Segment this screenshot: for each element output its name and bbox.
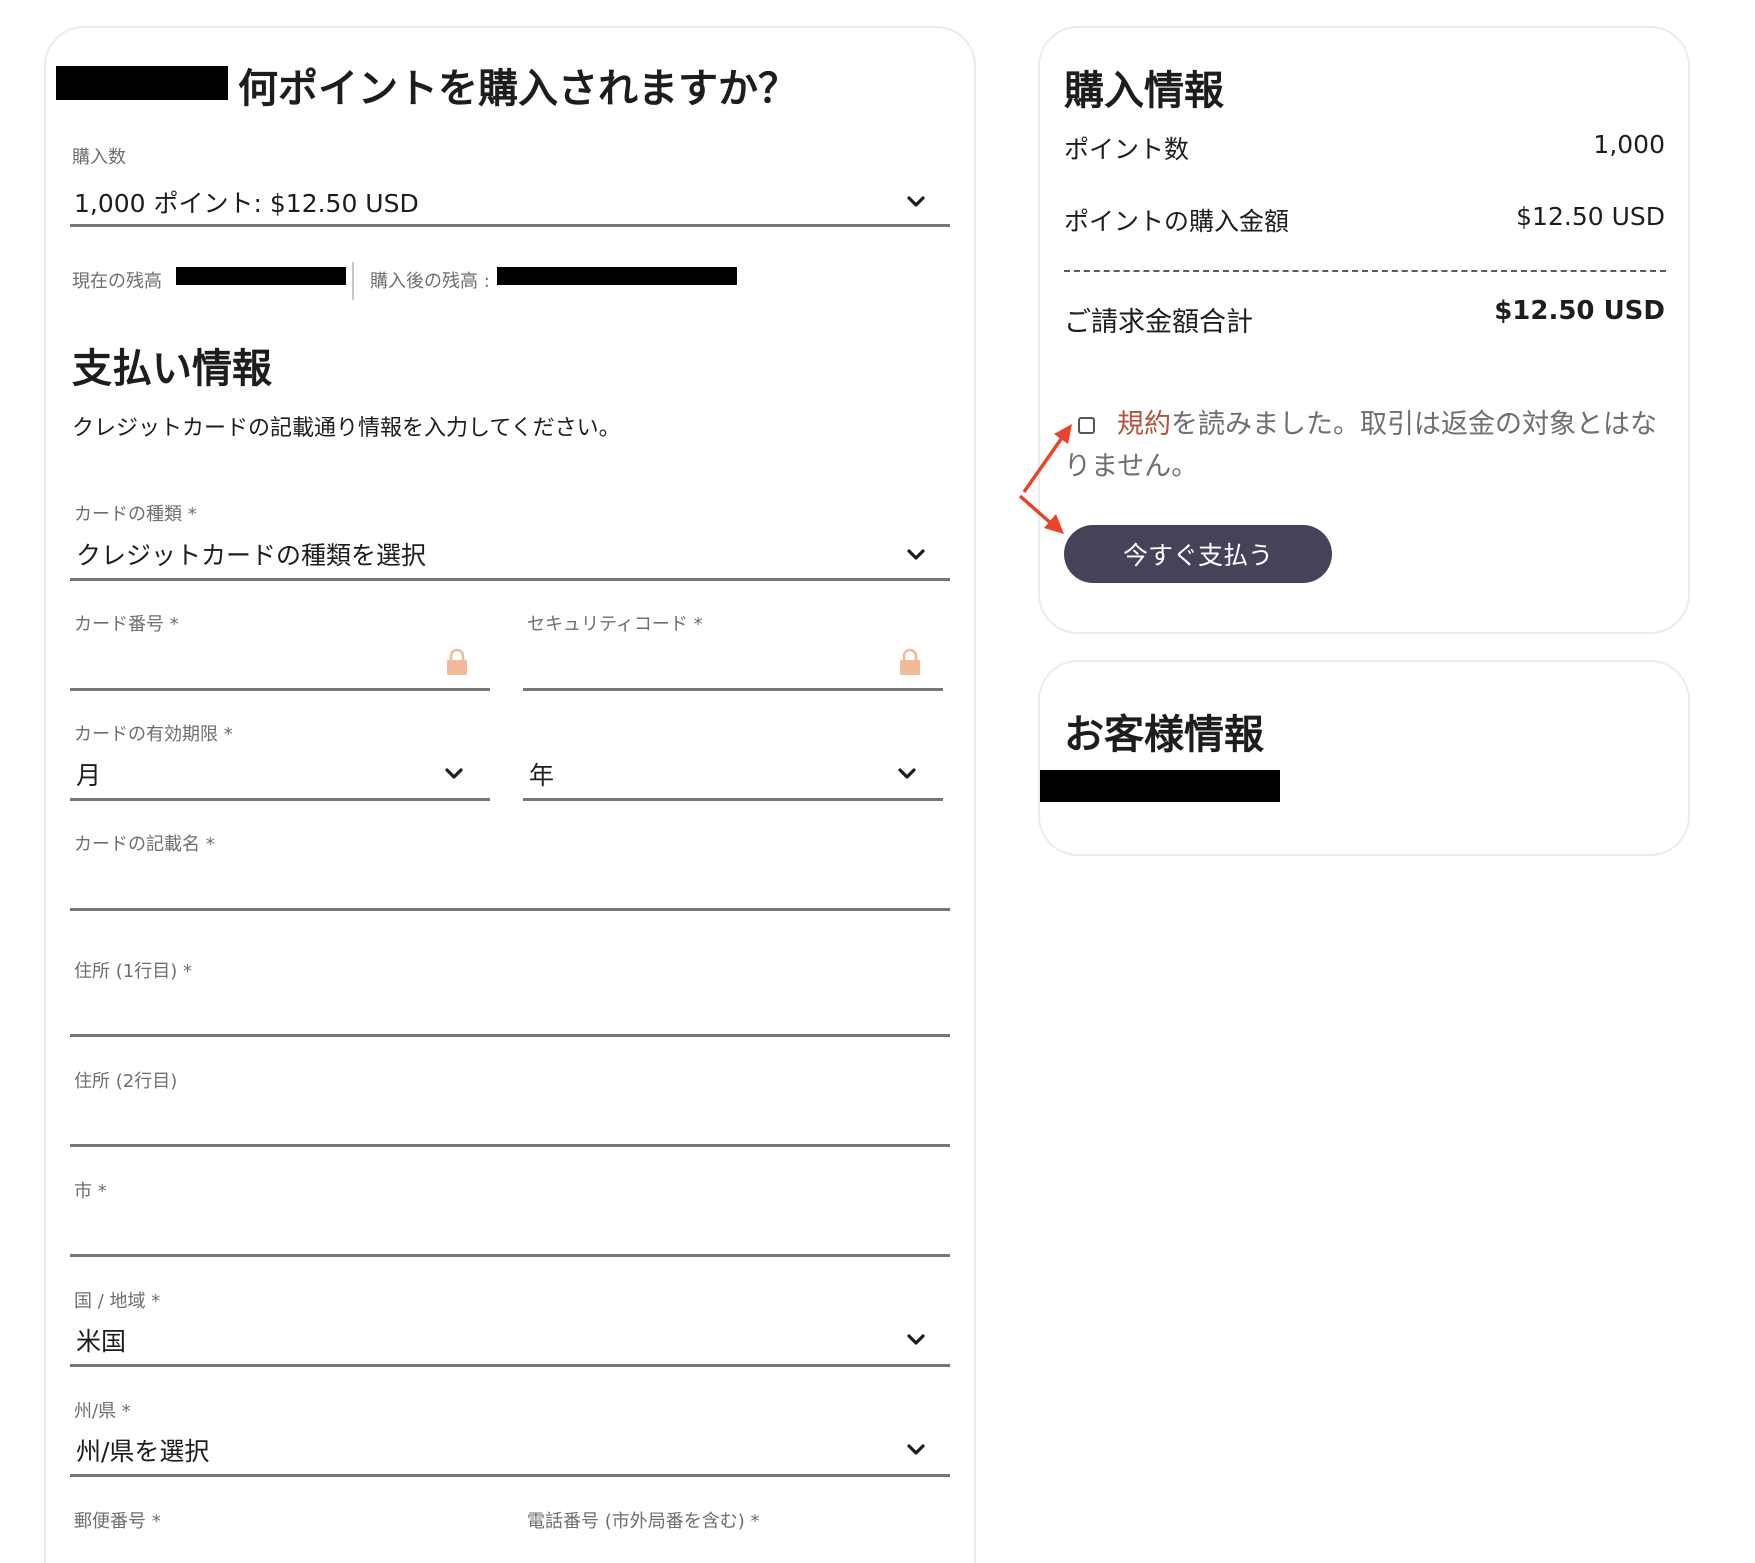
- security-code-input[interactable]: [523, 638, 943, 688]
- address1-label: 住所 (1行目) *: [74, 961, 192, 982]
- country-select[interactable]: 米国: [70, 1318, 950, 1364]
- postal-label: 郵便番号 *: [74, 1511, 161, 1532]
- month-value: 月: [76, 761, 102, 790]
- security-code-underline: [523, 688, 943, 691]
- points-question-title: 何ポイントを購入されますか？: [238, 66, 798, 112]
- redacted-username: [56, 66, 228, 100]
- quantity-value: 1,000 ポイント: $12.50 USD: [74, 189, 419, 218]
- points-count-value: 1,000: [1593, 130, 1665, 159]
- state-value: 州/県を選択: [76, 1437, 210, 1466]
- terms-agreement: 規約を読みました。取引は返金の対象とはなりません。: [1064, 404, 1664, 488]
- expiry-year-select[interactable]: 年: [523, 752, 943, 798]
- redacted-customer-name: [1040, 770, 1280, 802]
- card-type-label: カードの種類 *: [74, 504, 197, 525]
- purchase-info-title: 購入情報: [1064, 68, 1224, 114]
- chevron-down-icon: [442, 762, 466, 786]
- state-label: 州/県 *: [74, 1401, 131, 1422]
- card-type-select[interactable]: クレジットカードの種類を選択: [70, 532, 950, 578]
- address2-input[interactable]: [70, 1096, 950, 1144]
- quantity-select[interactable]: 1,000 ポイント: $12.50 USD: [70, 180, 950, 226]
- quantity-label: 購入数: [72, 147, 126, 168]
- country-label: 国 / 地域 *: [74, 1291, 161, 1312]
- phone-label: 電話番号 (市外局番を含む) *: [527, 1511, 760, 1532]
- arrow-icon: [1018, 424, 1072, 534]
- card-name-label: カードの記載名 *: [74, 834, 215, 855]
- card-name-input[interactable]: [70, 860, 950, 908]
- address2-label: 住所 (2行目): [74, 1071, 178, 1092]
- price-label: ポイントの購入金額: [1064, 207, 1290, 236]
- expiry-label: カードの有効期限 *: [74, 724, 233, 745]
- state-underline: [70, 1474, 950, 1477]
- card-name-underline: [70, 908, 950, 911]
- city-input[interactable]: [70, 1206, 950, 1254]
- pay-now-button[interactable]: 今すぐ支払う: [1064, 525, 1332, 583]
- state-select[interactable]: 州/県を選択: [70, 1428, 950, 1474]
- chevron-down-icon: [895, 762, 919, 786]
- quantity-underline: [70, 224, 950, 227]
- total-value: $12.50 USD: [1494, 296, 1665, 326]
- lock-icon: [446, 648, 468, 676]
- terms-link[interactable]: 規約: [1117, 409, 1171, 440]
- expiry-month-underline: [70, 798, 490, 801]
- expiry-month-select[interactable]: 月: [70, 752, 490, 798]
- payment-info-title: 支払い情報: [72, 346, 272, 392]
- lock-icon: [899, 648, 921, 676]
- card-number-label: カード番号 *: [74, 614, 179, 635]
- card-number-underline: [70, 688, 490, 691]
- chevron-down-icon: [904, 1328, 928, 1352]
- chevron-down-icon: [904, 1438, 928, 1462]
- terms-checkbox[interactable]: [1078, 417, 1095, 434]
- year-value: 年: [529, 761, 555, 790]
- country-underline: [70, 1364, 950, 1367]
- security-code-label: セキュリティコード *: [527, 614, 703, 635]
- points-count-label: ポイント数: [1064, 135, 1190, 164]
- price-value: $12.50 USD: [1516, 202, 1665, 231]
- address1-underline: [70, 1034, 950, 1037]
- redacted-after-balance: [497, 267, 737, 285]
- city-label: 市 *: [74, 1181, 107, 1202]
- address1-input[interactable]: [70, 986, 950, 1034]
- after-balance-label: 購入後の残高 :: [370, 271, 490, 292]
- total-label: ご請求金額合計: [1064, 307, 1253, 338]
- address2-underline: [70, 1144, 950, 1147]
- card-number-input[interactable]: [70, 638, 490, 688]
- current-balance-label: 現在の残高: [72, 271, 162, 292]
- card-type-underline: [70, 578, 950, 581]
- payment-description: クレジットカードの記載通り情報を入力してください。: [72, 416, 621, 441]
- chevron-down-icon: [904, 190, 928, 214]
- country-value: 米国: [76, 1327, 127, 1356]
- balance-divider: [352, 262, 354, 300]
- chevron-down-icon: [904, 543, 928, 567]
- card-type-value: クレジットカードの種類を選択: [76, 541, 427, 570]
- customer-info-title: お客様情報: [1064, 712, 1264, 758]
- expiry-year-underline: [523, 798, 943, 801]
- redacted-current-balance: [176, 267, 346, 285]
- summary-divider: [1064, 270, 1666, 272]
- city-underline: [70, 1254, 950, 1257]
